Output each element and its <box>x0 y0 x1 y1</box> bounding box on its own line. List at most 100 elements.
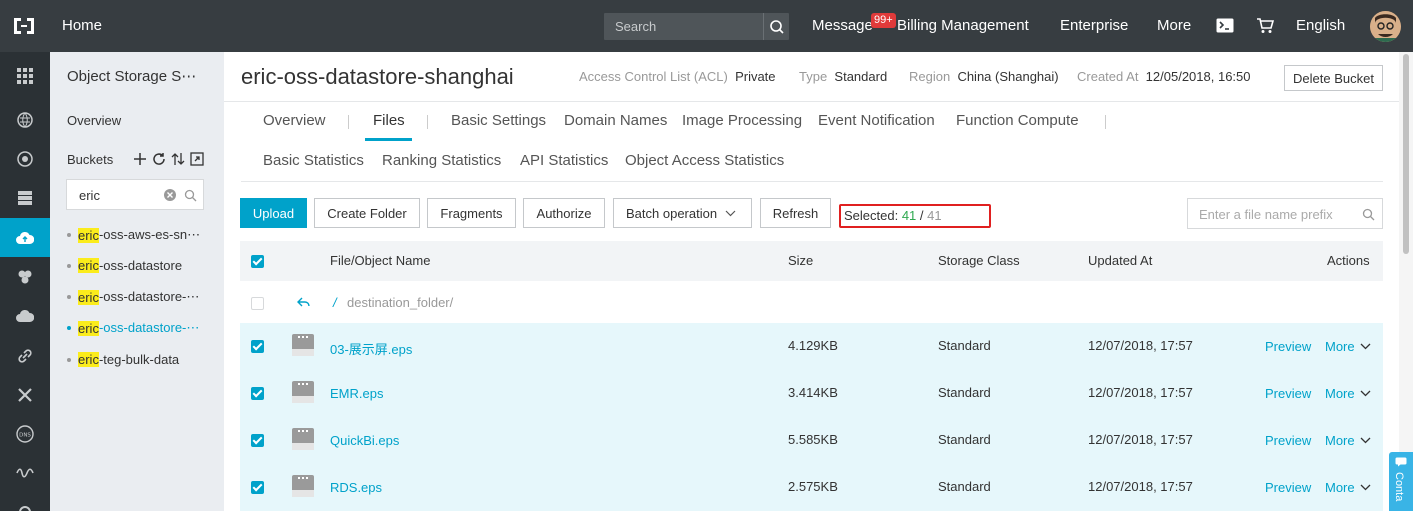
refresh-button[interactable]: Refresh <box>760 198 831 228</box>
file-size: 4.129KB <box>788 338 838 353</box>
upload-button[interactable]: Upload <box>240 198 307 228</box>
column-header-actions: Actions <box>1327 253 1370 268</box>
file-prefix-search-input[interactable]: Enter a file name prefix <box>1187 198 1383 229</box>
cloud-upload-icon[interactable] <box>0 296 50 335</box>
more-actions-link[interactable]: More <box>1325 386 1355 401</box>
create-folder-button[interactable]: Create Folder <box>314 198 420 228</box>
message-link[interactable]: Message <box>812 17 873 34</box>
table-row[interactable]: QuickBi.eps 5.585KB Standard 12/07/2018,… <box>240 417 1383 464</box>
file-name-link[interactable]: QuickBi.eps <box>330 433 399 448</box>
search-input[interactable]: Search <box>604 13 789 40</box>
expand-icon[interactable] <box>190 152 204 166</box>
more-actions-link[interactable]: More <box>1325 433 1355 448</box>
tab-domain-names[interactable]: Domain Names <box>564 112 667 129</box>
sidebar-title[interactable]: Object Storage S⋯ <box>67 67 196 85</box>
created-info: Created At 12/05/2018, 16:50 <box>1077 69 1251 84</box>
tab-basic-statistics[interactable]: Basic Statistics <box>263 152 364 169</box>
more-link[interactable]: More <box>1157 17 1191 34</box>
dns-icon[interactable]: DNS <box>0 414 50 453</box>
bucket-item[interactable]: eric -oss-aws-es-sn⋯ <box>67 227 200 243</box>
table-row[interactable]: RDS.eps 2.575KB Standard 12/07/2018, 17:… <box>240 464 1383 511</box>
path-slash-icon: / <box>333 295 337 310</box>
globe-icon[interactable] <box>0 100 50 139</box>
file-name-link[interactable]: 03-展示屏.eps <box>330 339 412 358</box>
file-size: 5.585KB <box>788 432 838 447</box>
tab-object-access-statistics[interactable]: Object Access Statistics <box>625 152 784 169</box>
chevron-down-icon[interactable] <box>1360 343 1371 350</box>
container-icon[interactable] <box>0 257 50 296</box>
terminal-icon[interactable] <box>1216 18 1234 33</box>
preview-link[interactable]: Preview <box>1265 480 1311 495</box>
select-all-checkbox[interactable] <box>251 255 264 268</box>
fragments-button[interactable]: Fragments <box>427 198 516 228</box>
refresh-icon[interactable] <box>152 152 166 166</box>
database-icon[interactable] <box>0 178 50 217</box>
region-label: Region <box>909 69 951 84</box>
divider <box>241 181 1383 182</box>
row-checkbox[interactable] <box>251 387 264 400</box>
avatar[interactable] <box>1370 11 1401 42</box>
tab-api-statistics[interactable]: API Statistics <box>520 152 608 169</box>
bucket-item[interactable]: eric -oss-datastore-⋯ <box>67 289 199 305</box>
file-name-link[interactable]: RDS.eps <box>330 480 382 495</box>
add-bucket-icon[interactable] <box>133 152 147 166</box>
column-header-storage-class: Storage Class <box>938 253 1020 268</box>
products-grid-icon[interactable] <box>0 56 50 95</box>
bucket-item[interactable]: eric -oss-datastore <box>67 258 182 273</box>
tab-ranking-statistics[interactable]: Ranking Statistics <box>382 152 501 169</box>
cross-tools-icon[interactable] <box>0 375 50 414</box>
chevron-down-icon[interactable] <box>1360 484 1371 491</box>
delete-bucket-button[interactable]: Delete Bucket <box>1284 65 1383 91</box>
parent-folder-path[interactable]: destination_folder/ <box>347 295 453 310</box>
chevron-down-icon[interactable] <box>1360 390 1371 397</box>
table-row[interactable]: 03-展示屏.eps 4.129KB Standard 12/07/2018, … <box>240 323 1383 370</box>
enterprise-link[interactable]: Enterprise <box>1060 17 1128 34</box>
aliyun-logo-icon[interactable] <box>12 15 36 37</box>
file-name-link[interactable]: EMR.eps <box>330 386 383 401</box>
wave-icon[interactable] <box>0 453 50 492</box>
table-row[interactable]: EMR.eps 3.414KB Standard 12/07/2018, 17:… <box>240 370 1383 417</box>
more-actions-link[interactable]: More <box>1325 339 1355 354</box>
tab-event-notification[interactable]: Event Notification <box>818 112 935 129</box>
bucket-filter-input[interactable]: eric <box>66 179 204 210</box>
search-button[interactable] <box>763 13 789 40</box>
tab-files[interactable]: Files <box>373 112 405 129</box>
preview-link[interactable]: Preview <box>1265 386 1311 401</box>
back-arrow-icon[interactable] <box>297 297 310 308</box>
preview-link[interactable]: Preview <box>1265 339 1311 354</box>
tab-basic-settings[interactable]: Basic Settings <box>451 112 546 129</box>
updated-at: 12/07/2018, 17:57 <box>1088 432 1193 447</box>
cart-icon[interactable] <box>1256 18 1274 34</box>
page-scrollbar[interactable] <box>1399 52 1413 511</box>
tab-overview[interactable]: Overview <box>263 112 326 129</box>
batch-operation-dropdown[interactable]: Batch operation <box>613 198 752 228</box>
sort-icon[interactable] <box>171 152 185 166</box>
bucket-item-active[interactable]: eric -oss-datastore-⋯ <box>67 320 199 336</box>
search-icon[interactable] <box>184 189 197 202</box>
target-icon[interactable] <box>0 139 50 178</box>
link-icon[interactable] <box>0 336 50 375</box>
oss-cloud-icon[interactable] <box>0 218 50 257</box>
preview-link[interactable]: Preview <box>1265 433 1311 448</box>
settings-icon[interactable] <box>0 492 50 511</box>
contact-us-tab[interactable]: Conta <box>1389 452 1413 511</box>
sidebar-item-overview[interactable]: Overview <box>67 113 121 128</box>
chevron-down-icon[interactable] <box>1360 437 1371 444</box>
row-checkbox[interactable] <box>251 340 264 353</box>
billing-link[interactable]: Billing Management <box>897 17 1029 34</box>
scrollbar-thumb[interactable] <box>1403 54 1409 254</box>
home-link[interactable]: Home <box>62 17 102 34</box>
search-icon[interactable] <box>1362 208 1375 221</box>
row-checkbox[interactable] <box>251 481 264 494</box>
tab-image-processing[interactable]: Image Processing <box>682 112 802 129</box>
tab-function-compute[interactable]: Function Compute <box>956 112 1079 129</box>
search-placeholder: Search <box>615 19 657 34</box>
authorize-button[interactable]: Authorize <box>523 198 605 228</box>
row-checkbox[interactable] <box>251 434 264 447</box>
more-actions-link[interactable]: More <box>1325 480 1355 495</box>
acl-info: Access Control List (ACL) Private <box>579 69 776 84</box>
language-selector[interactable]: English <box>1296 17 1345 34</box>
clear-icon[interactable] <box>164 189 176 201</box>
column-header-name: File/Object Name <box>330 253 431 268</box>
bucket-item[interactable]: eric -teg-bulk-data <box>67 352 179 367</box>
